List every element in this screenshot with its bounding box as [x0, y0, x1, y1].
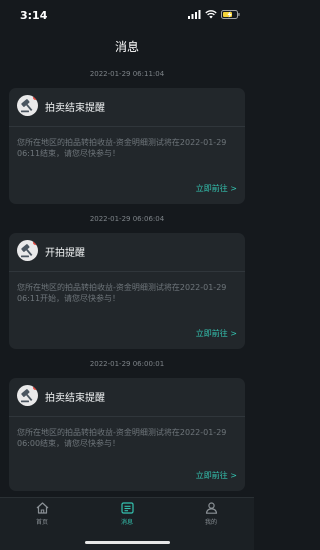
- card-divider: [9, 271, 245, 272]
- message-body: 您所在地区的拍品转拍收益-资金明细测试将在2022-01-29 06:11结束，…: [17, 138, 227, 158]
- message-card[interactable]: 拍卖结束提醒 您所在地区的拍品转拍收益-资金明细测试将在2022-01-29 0…: [9, 378, 245, 491]
- message-body: 您所在地区的拍品转拍收益-资金明细测试将在2022-01-29 06:00结束，…: [17, 428, 227, 448]
- go-now-link[interactable]: 立即前往 >: [196, 183, 237, 194]
- home-indicator: [85, 541, 170, 544]
- message-title: 拍卖结束提醒: [45, 103, 105, 114]
- card-header: 开拍提醒: [9, 233, 245, 270]
- profile-icon: [205, 502, 217, 514]
- status-time: 3:14: [20, 9, 48, 22]
- page-title: 消息: [114, 40, 139, 54]
- home-icon: [36, 502, 48, 514]
- unread-badge: [33, 95, 38, 100]
- unread-badge: [33, 240, 38, 245]
- tab-home[interactable]: 首页: [12, 502, 72, 532]
- auction-gavel-icon: [17, 240, 38, 261]
- unread-badge: [33, 385, 38, 390]
- card-header: 拍卖结束提醒: [9, 88, 245, 125]
- message-timestamp: 2022-01-29 06:11:04: [89, 70, 165, 78]
- tab-profile[interactable]: 我的: [181, 502, 241, 532]
- status-bar: 3:14: [0, 0, 254, 34]
- message-card[interactable]: 拍卖结束提醒 您所在地区的拍品转拍收益-资金明细测试将在2022-01-29 0…: [9, 88, 245, 204]
- message-title: 开拍提醒: [45, 248, 85, 259]
- tab-label: 消息: [120, 519, 133, 526]
- card-header: 拍卖结束提醒: [9, 378, 245, 415]
- message-card[interactable]: 开拍提醒 您所在地区的拍品转拍收益-资金明细测试将在2022-01-29 06:…: [9, 233, 245, 349]
- auction-gavel-icon: [17, 385, 38, 406]
- card-divider: [9, 416, 245, 417]
- message-icon: [120, 502, 134, 514]
- message-timestamp: 2022-01-29 06:00:01: [89, 360, 165, 368]
- tab-label: 首页: [35, 519, 48, 526]
- battery-charging-icon: [221, 10, 240, 19]
- wifi-icon: [205, 10, 217, 19]
- status-icons: [188, 10, 240, 19]
- go-now-link[interactable]: 立即前往 >: [196, 470, 237, 481]
- tab-messages[interactable]: 消息: [97, 502, 157, 532]
- signal-icon: [188, 10, 201, 19]
- message-timestamp: 2022-01-29 06:06:04: [89, 215, 165, 223]
- message-title: 拍卖结束提醒: [45, 393, 105, 404]
- tab-label: 我的: [204, 519, 217, 526]
- messages-screen: 3:14 消息 2022-01-29 06:11:04 拍卖结束提醒 您所在地区…: [0, 0, 254, 550]
- card-divider: [9, 126, 245, 127]
- message-body: 您所在地区的拍品转拍收益-资金明细测试将在2022-01-29 06:11开始，…: [17, 283, 227, 303]
- go-now-link[interactable]: 立即前往 >: [196, 328, 237, 339]
- auction-gavel-icon: [17, 95, 38, 116]
